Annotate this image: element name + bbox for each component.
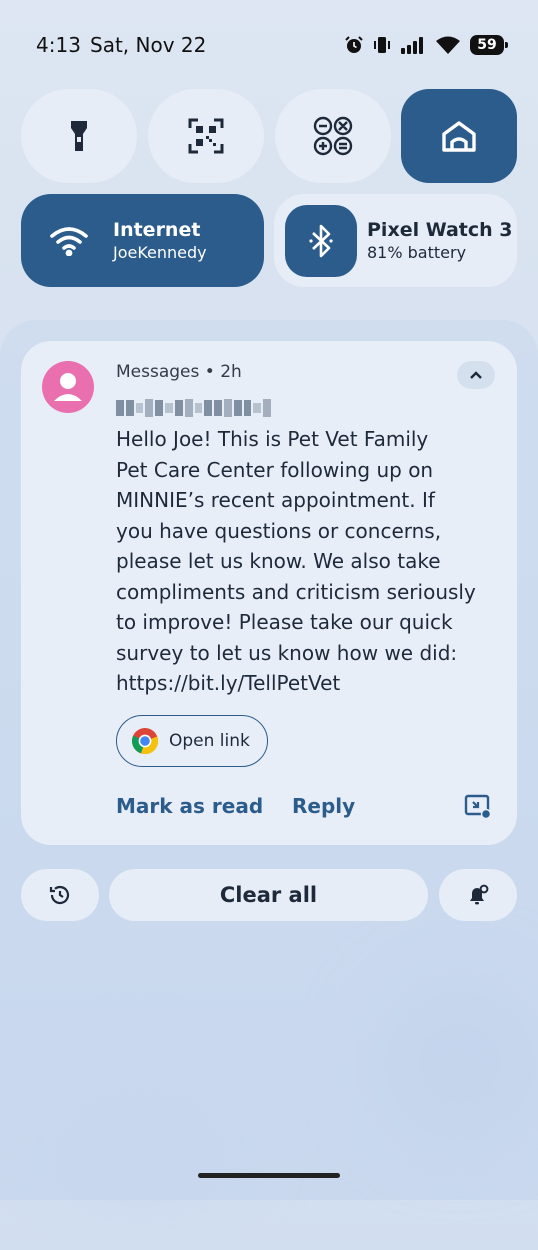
person-icon [42,361,94,413]
reply-button[interactable]: Reply [292,794,355,818]
wifi-icon [435,35,461,55]
network-name: JoeKennedy [113,242,207,262]
wifi-icon [43,215,95,267]
status-icons: 59 [344,33,508,57]
open-in-bubble-icon [464,794,492,820]
mark-as-read-button[interactable]: Mark as read [116,794,263,818]
battery-level: 59 [477,37,497,53]
device-name: Pixel Watch 3 [367,218,513,241]
status-bar: 4:13 Sat, Nov 22 59 [0,0,538,88]
clock: 4:13 [36,33,81,57]
clear-all-button[interactable]: Clear all [109,869,428,921]
message-body: Hello Joe! This is Pet Vet Family Pet Ca… [116,427,476,695]
home-tile[interactable] [401,89,517,183]
open-link-button[interactable]: Open link [116,715,268,767]
device-battery: 81% battery [367,242,467,262]
signal-icon [400,36,426,54]
battery-icon: 59 [470,35,508,55]
vibrate-icon [373,35,391,55]
chevron-up-icon [470,371,482,379]
qr-code-scanner-icon [188,118,224,154]
chrome-icon [132,728,159,755]
pixel-watch-tile[interactable]: Pixel Watch 3 81% battery [274,194,517,287]
history-icon [49,885,70,905]
notification-settings-icon [470,884,489,905]
internet-tile[interactable]: Internet JoeKennedy [21,194,264,287]
calculator-icon [313,116,353,156]
sender-redacted [116,397,271,419]
calculator-tile[interactable] [275,89,391,183]
open-link-label: Open link [169,731,250,751]
alarm-icon [344,35,364,55]
collapse-button[interactable] [457,361,495,389]
qr-scanner-tile[interactable] [148,89,264,183]
bluetooth-icon [285,204,357,277]
notification-history-button[interactable] [21,869,99,921]
flashlight-tile[interactable] [21,89,137,183]
notification-settings-button[interactable] [439,869,517,921]
internet-title: Internet [113,218,201,241]
app-name-timestamp: Messages • 2h [116,362,242,382]
flashlight-icon [71,121,87,151]
date: Sat, Nov 22 [90,33,207,57]
home-icon [442,121,476,152]
gesture-handle[interactable] [198,1173,340,1178]
bubble-button[interactable] [464,794,492,820]
